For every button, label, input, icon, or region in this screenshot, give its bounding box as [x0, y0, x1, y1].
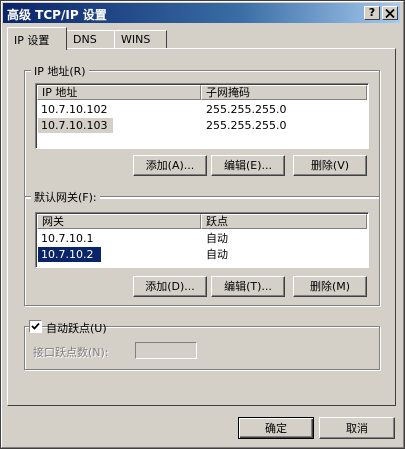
column-header-gateway[interactable]: 网关	[37, 214, 201, 229]
tab-ip-settings[interactable]: IP 设置	[7, 27, 67, 50]
title-bar[interactable]: 高级 TCP/IP 设置 ?	[3, 3, 400, 23]
ok-button[interactable]: 确定	[238, 417, 314, 439]
cancel-button[interactable]: 取消	[319, 417, 395, 439]
gateway-row-1-metric[interactable]: 自动	[203, 231, 228, 246]
checkmark-icon	[31, 322, 40, 330]
window-title: 高级 TCP/IP 设置	[7, 8, 107, 22]
ip-row-1-ip[interactable]: 10.7.10.102	[38, 102, 107, 117]
edit-gateway-button[interactable]: 编辑(T)...	[211, 276, 285, 297]
edit-ip-button[interactable]: 编辑(E)...	[211, 155, 285, 176]
ip-address-list[interactable]: IP 地址 子网掩码 10.7.10.102 255.255.255.0 10.…	[35, 83, 369, 149]
ip-row-2-mask[interactable]: 255.255.255.0	[203, 118, 286, 133]
metric-group: 自动跃点(U) 接口跃点数(N):	[24, 320, 380, 370]
interface-metric-input[interactable]	[135, 342, 197, 359]
column-header-subnet[interactable]: 子网掩码	[201, 85, 367, 100]
delete-ip-button[interactable]: 删除(V)	[293, 155, 367, 176]
interface-metric-label: 接口跃点数(N):	[33, 346, 109, 359]
add-ip-button[interactable]: 添加(A)...	[133, 155, 207, 176]
close-button[interactable]	[382, 6, 398, 20]
auto-metric-control[interactable]: 自动跃点(U)	[29, 320, 107, 335]
ip-row-2-ip[interactable]: 10.7.10.103	[38, 118, 113, 133]
dialog-window: 高级 TCP/IP 设置 ? IP 设置 DNS WINS IP 地址(R) I…	[0, 0, 405, 449]
tab-strip: IP 设置 DNS WINS	[7, 27, 397, 50]
gateway-group-label: 默认网关(F):	[31, 189, 100, 205]
column-header-metric[interactable]: 跃点	[201, 214, 367, 229]
close-icon	[385, 8, 395, 19]
auto-metric-label: 自动跃点(U)	[46, 322, 107, 335]
tab-dns[interactable]: DNS	[66, 30, 115, 48]
gateway-list[interactable]: 网关 跃点 10.7.10.1 自动 10.7.10.2 自动	[35, 212, 369, 268]
gateway-row-2-metric[interactable]: 自动	[203, 247, 228, 262]
gateway-group: 默认网关(F): 网关 跃点 10.7.10.1 自动 10.7.10.2 自动…	[24, 189, 380, 306]
ip-row-1-mask[interactable]: 255.255.255.0	[203, 102, 286, 117]
help-button[interactable]: ?	[364, 6, 380, 20]
auto-metric-checkbox[interactable]	[29, 320, 42, 333]
ip-address-group: IP 地址(R) IP 地址 子网掩码 10.7.10.102 255.255.…	[24, 63, 380, 198]
add-gateway-button[interactable]: 添加(D)...	[133, 276, 207, 297]
ip-address-group-label: IP 地址(R)	[31, 63, 89, 79]
gateway-row-2-address[interactable]: 10.7.10.2	[38, 247, 101, 262]
delete-gateway-button[interactable]: 删除(M)	[293, 276, 367, 297]
column-header-ip[interactable]: IP 地址	[37, 85, 201, 100]
gateway-row-1-address[interactable]: 10.7.10.1	[38, 231, 93, 246]
tab-wins[interactable]: WINS	[114, 30, 167, 48]
tab-panel: IP 地址(R) IP 地址 子网掩码 10.7.10.102 255.255.…	[7, 48, 396, 406]
